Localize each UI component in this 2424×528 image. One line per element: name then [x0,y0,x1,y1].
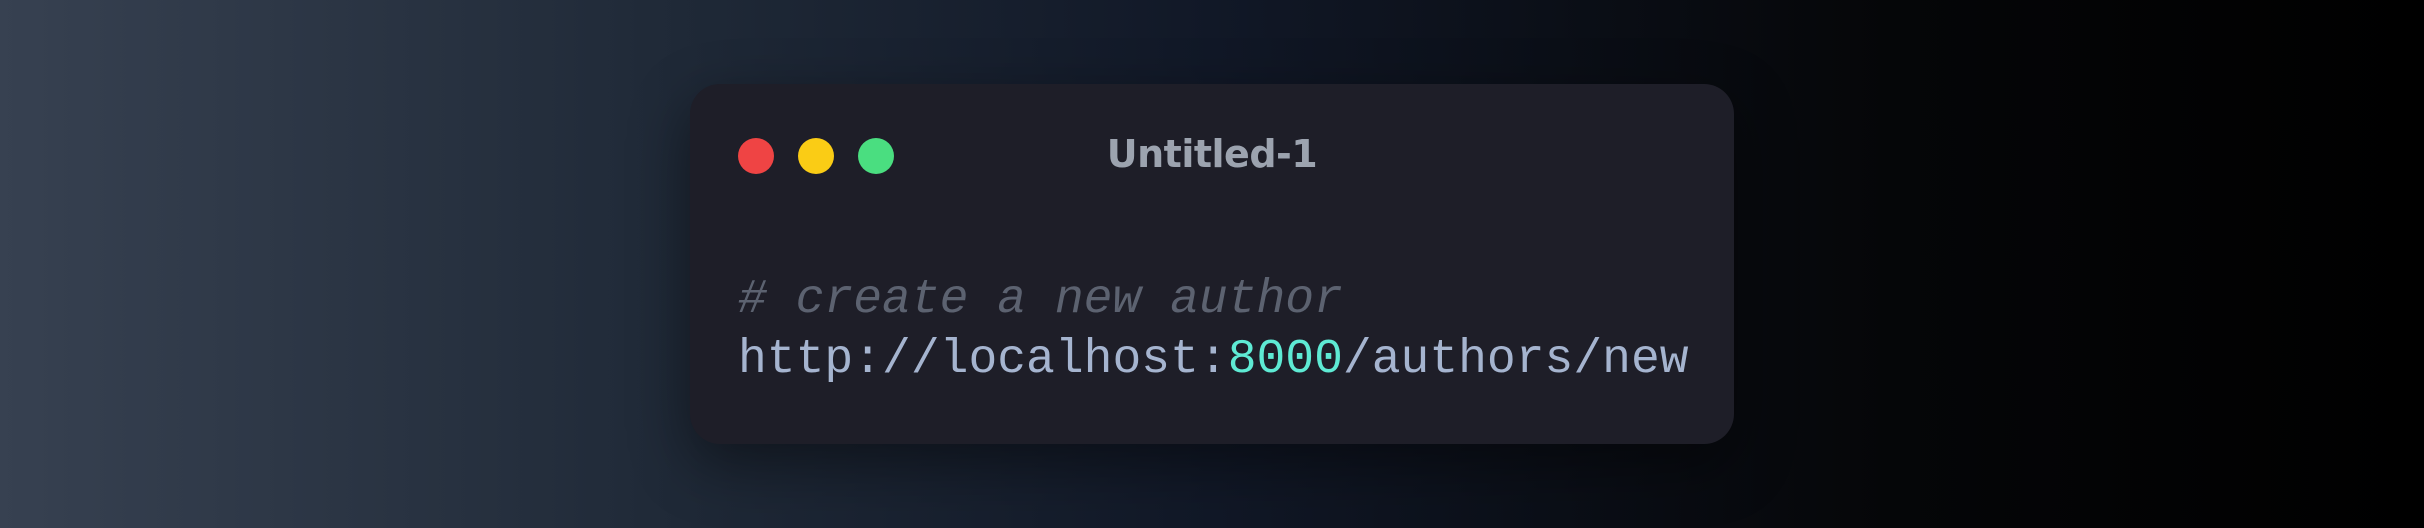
url-scheme: http: [738,333,883,387]
url-slashes: // [882,333,940,387]
url-host: localhost: [939,333,1228,387]
url-path: /authors/new [1342,333,1689,387]
code-url-line: http://localhost:8000/authors/new [738,330,1689,390]
window-titlebar: Untitled-1 [690,84,1734,234]
url-port: 8000 [1227,333,1343,387]
window-title: Untitled-1 [1106,132,1318,176]
code-comment-line: # create a new author [738,273,1343,327]
code-window: Untitled-1 # create a new author http://l… [690,84,1734,444]
code-block: # create a new author http://localhost:80… [738,270,1689,390]
